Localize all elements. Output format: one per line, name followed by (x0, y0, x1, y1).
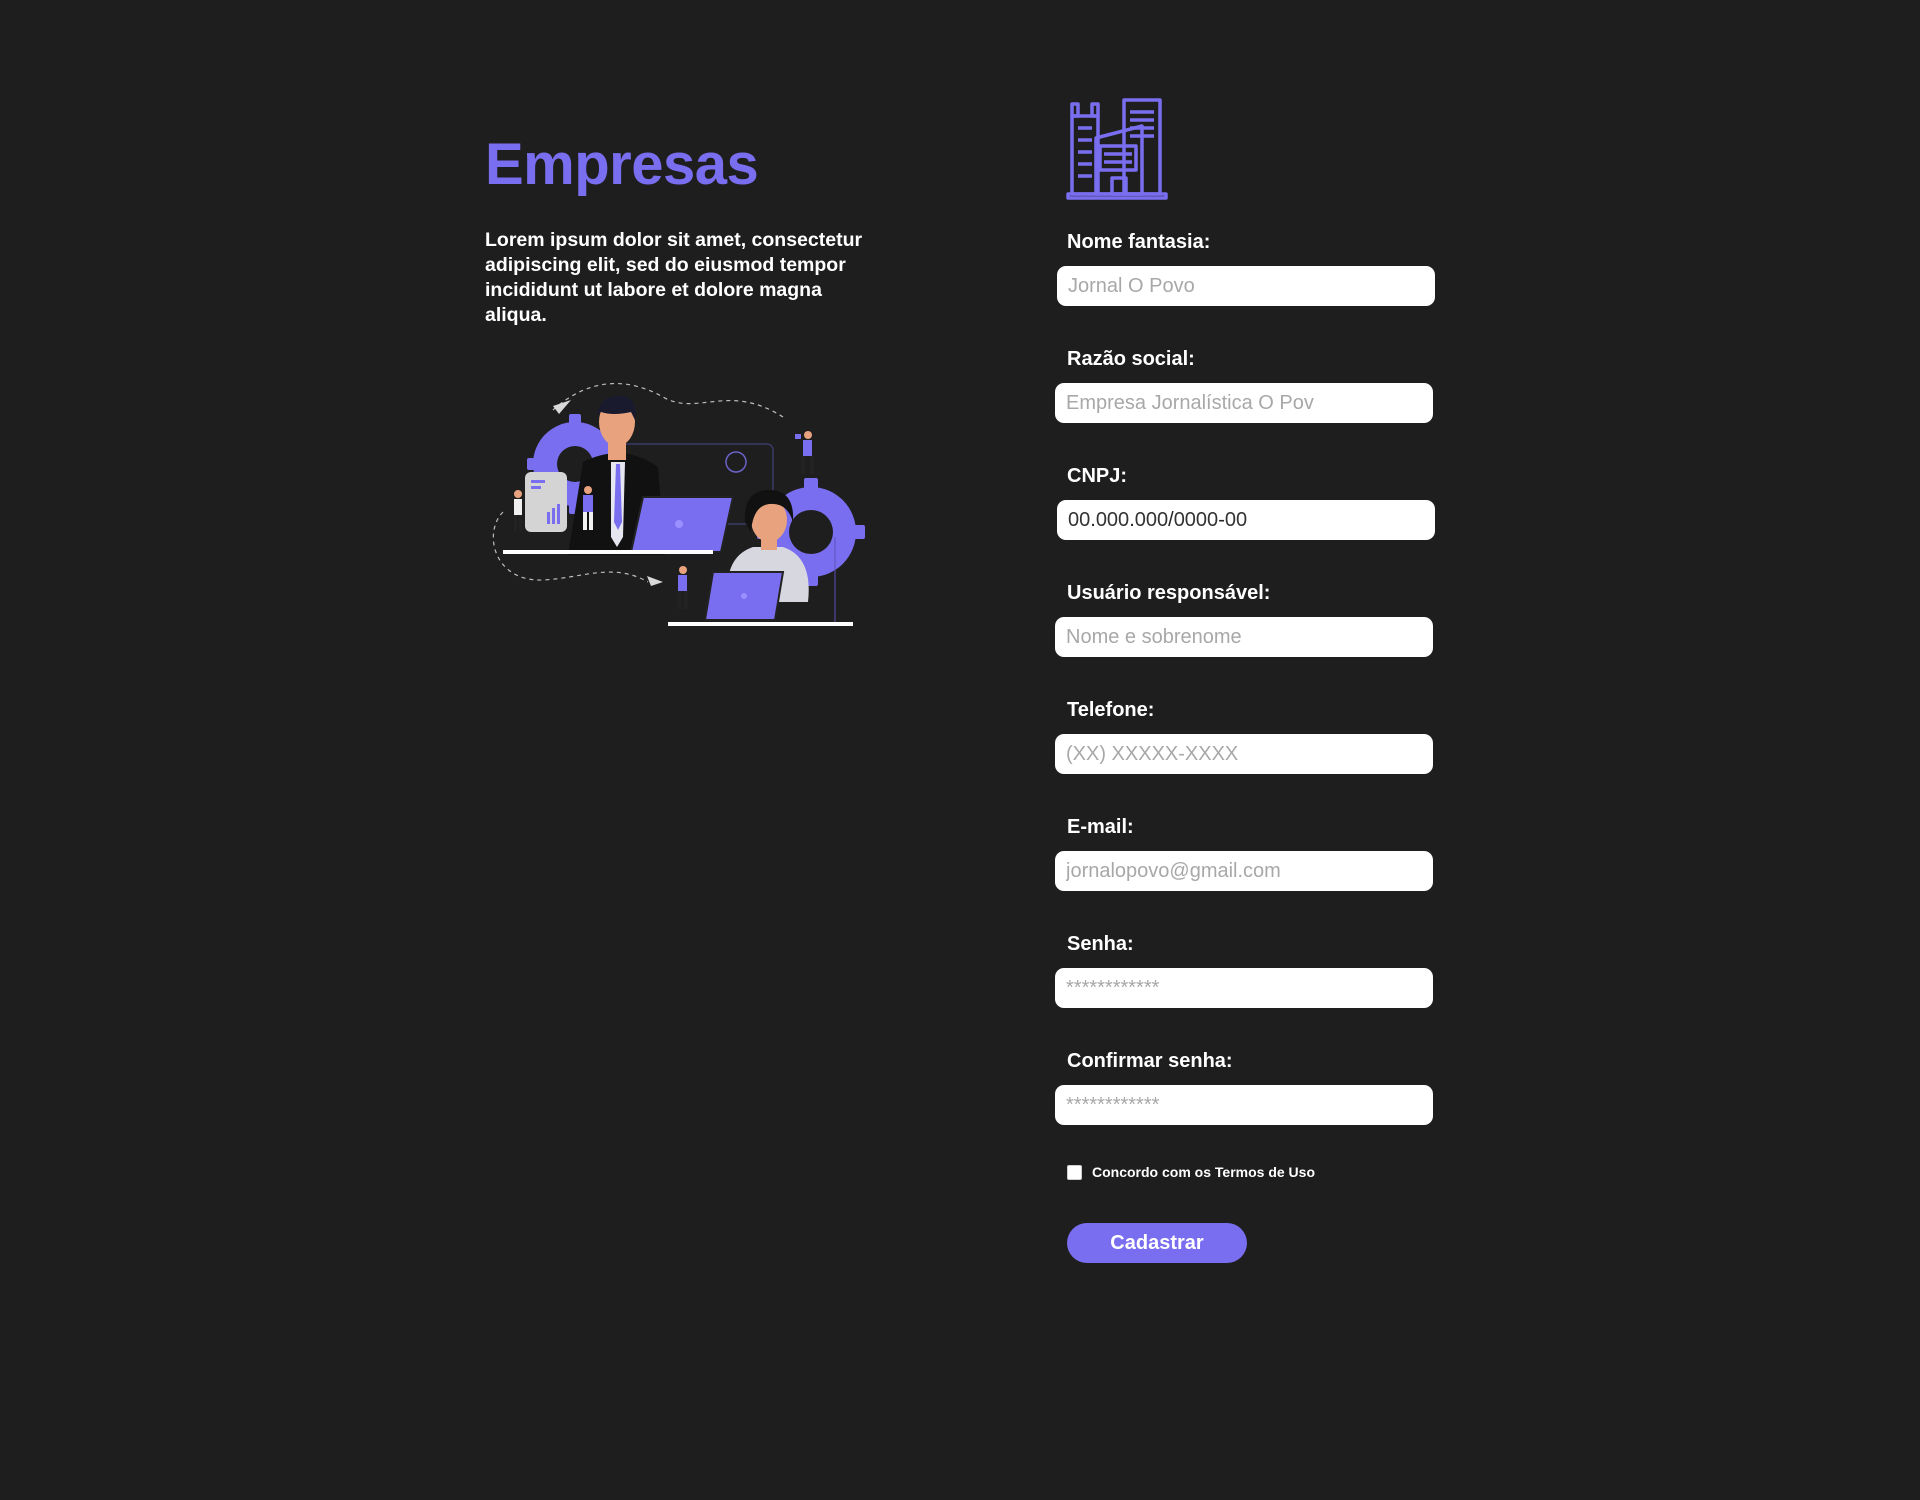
field-senha: Senha: (1055, 930, 1435, 1047)
signup-page: Empresas Lorem ipsum dolor sit amet, con… (0, 0, 1920, 1500)
terms-checkbox[interactable] (1067, 1164, 1082, 1180)
cnpj-input[interactable]: 00 . 000 . 000 / 0000 - 00 (1057, 500, 1435, 540)
label-cnpj: CNPJ: (1067, 465, 1128, 487)
cnpj-mask-part: 000 (1134, 508, 1169, 531)
company-signup-form: Nome fantasia: Razão social: CNPJ: 00 . … (1055, 228, 1435, 1263)
cnpj-mask-part: 0000 (1173, 508, 1219, 531)
razao-social-input[interactable] (1055, 383, 1433, 423)
label-usuario-responsavel: Usuário responsável: (1067, 582, 1271, 604)
field-nome-fantasia: Nome fantasia: (1055, 228, 1435, 345)
cnpj-mask-separator: - (1218, 508, 1225, 531)
label-email: E-mail: (1067, 816, 1134, 838)
field-usuario-responsavel: Usuário responsável: (1055, 579, 1435, 696)
field-razao-social: Razão social: (1055, 345, 1435, 462)
confirm-password-input[interactable] (1055, 1085, 1433, 1125)
page-title: Empresas (485, 132, 759, 197)
label-telefone: Telefone: (1067, 699, 1155, 721)
terms-label[interactable]: Concordo com os Termos de Uso (1092, 1164, 1315, 1180)
terms-row: Concordo com os Termos de Uso (1067, 1164, 1315, 1180)
business-team-illustration (492, 383, 865, 626)
label-razao-social: Razão social: (1067, 348, 1195, 370)
cadastrar-button[interactable]: Cadastrar (1067, 1223, 1247, 1263)
password-input[interactable] (1055, 968, 1433, 1008)
field-email: E-mail: (1055, 813, 1435, 930)
field-cnpj: CNPJ: 00 . 000 . 000 / 0000 - 00 (1055, 462, 1435, 579)
cnpj-mask-part: 00 (1224, 508, 1248, 531)
field-confirmar-senha: Confirmar senha: (1055, 1047, 1435, 1164)
cnpj-mask-part: 000 (1095, 508, 1130, 531)
field-telefone: Telefone: (1055, 696, 1435, 813)
intro-section: Empresas Lorem ipsum dolor sit amet, con… (485, 130, 885, 328)
label-nome-fantasia: Nome fantasia: (1067, 231, 1211, 253)
nome-fantasia-input[interactable] (1057, 266, 1435, 306)
usuario-responsavel-input[interactable] (1055, 617, 1433, 657)
cnpj-mask-part: 00 (1068, 508, 1091, 531)
telefone-input[interactable] (1055, 734, 1433, 774)
building-icon (1066, 98, 1168, 200)
label-confirmar-senha: Confirmar senha: (1067, 1050, 1233, 1072)
label-senha: Senha: (1067, 933, 1134, 955)
email-input[interactable] (1055, 851, 1433, 891)
intro-description: Lorem ipsum dolor sit amet, consectetur … (485, 229, 863, 326)
